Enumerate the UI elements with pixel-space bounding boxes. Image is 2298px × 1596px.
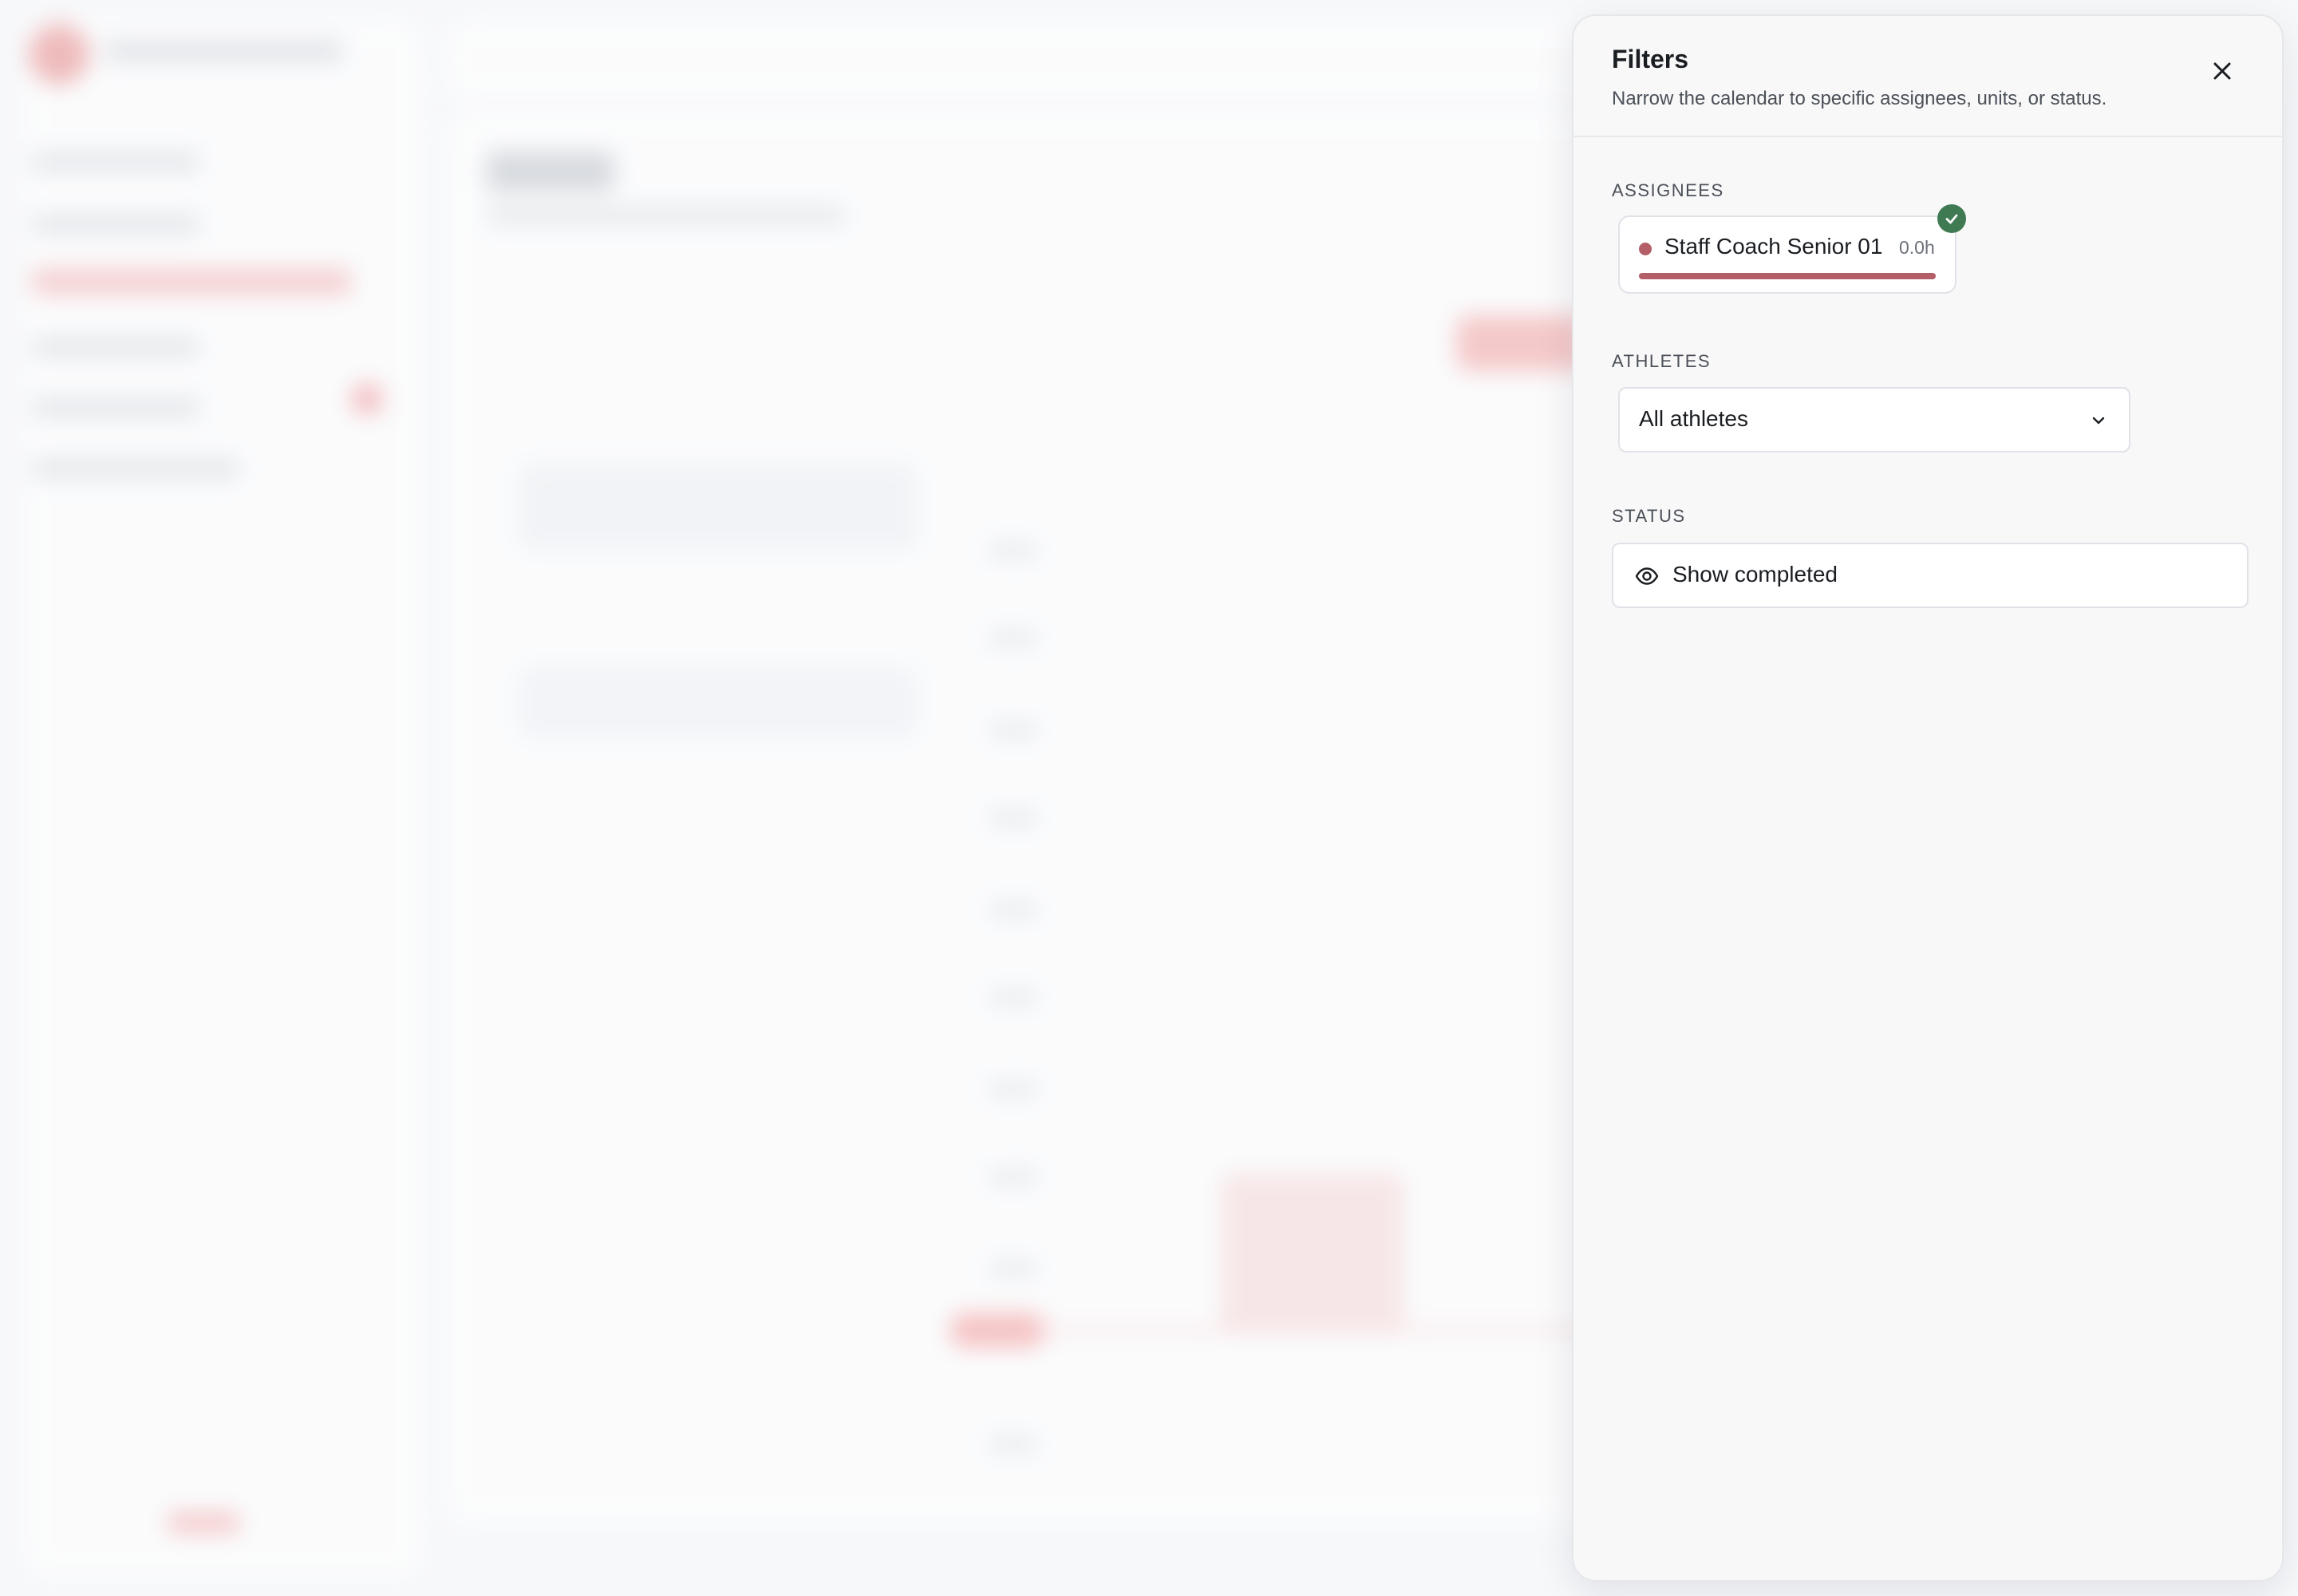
athletes-section-label: ATHLETES xyxy=(1612,351,1712,371)
assignees-section-label: ASSIGNEES xyxy=(1612,180,1724,200)
panel-title: Filters xyxy=(1612,45,1689,73)
assignee-name: Staff Coach Senior 01 xyxy=(1664,234,1883,259)
filters-panel-header: Filters Narrow the calendar to specific … xyxy=(1573,16,2282,137)
panel-description: Narrow the calendar to specific assignee… xyxy=(1612,88,2107,109)
background-time-label xyxy=(989,1261,1037,1277)
background-main xyxy=(447,112,1612,1524)
selected-check-icon xyxy=(1937,204,1966,233)
background-nav-item-active xyxy=(32,268,351,295)
assignee-hours: 0.0h xyxy=(1899,237,1935,258)
background-subtitle xyxy=(487,206,846,225)
close-button[interactable] xyxy=(2202,51,2242,91)
background-button xyxy=(1456,315,1584,371)
background-title xyxy=(487,152,614,192)
background-logo-text xyxy=(104,40,343,62)
background-time-label xyxy=(989,1169,1037,1185)
background-signout xyxy=(168,1512,239,1533)
background-nav-item xyxy=(32,458,239,479)
eye-icon xyxy=(1635,567,1659,585)
filters-panel: Filters Narrow the calendar to specific … xyxy=(1572,14,2284,1582)
background-card xyxy=(519,463,918,551)
show-completed-toggle[interactable]: Show completed xyxy=(1612,543,2249,608)
background-now-indicator xyxy=(950,1313,1045,1348)
background-sidebar xyxy=(24,21,423,1577)
background-time-label xyxy=(989,722,1037,738)
background-time-label xyxy=(989,630,1037,646)
background-now-line xyxy=(1037,1328,1596,1333)
background-time-label xyxy=(989,1081,1037,1097)
assignee-workload-bar xyxy=(1639,273,1936,279)
status-section-label: STATUS xyxy=(1612,506,1686,526)
background-time-label xyxy=(989,990,1037,1005)
assignee-color-dot xyxy=(1639,243,1652,255)
background-nav-item xyxy=(32,397,199,418)
background-nav-item xyxy=(32,152,199,172)
background-time-label xyxy=(989,902,1037,918)
close-icon xyxy=(2213,62,2231,80)
background-event xyxy=(1221,1173,1404,1333)
chevron-down-icon xyxy=(2092,417,2105,425)
background-badge xyxy=(351,383,383,415)
background-card xyxy=(519,666,918,738)
background-time-label xyxy=(989,1436,1037,1452)
assignee-chip[interactable]: Staff Coach Senior 01 0.0h xyxy=(1618,215,1956,294)
show-completed-label: Show completed xyxy=(1672,562,1838,587)
athletes-select[interactable]: All athletes xyxy=(1618,387,2130,452)
background-time-label xyxy=(989,543,1037,559)
background-nav-item xyxy=(32,337,199,358)
background-logo xyxy=(29,24,89,85)
background-nav-item xyxy=(32,214,199,235)
background-time-label xyxy=(989,810,1037,826)
athletes-select-value: All athletes xyxy=(1639,406,1748,431)
